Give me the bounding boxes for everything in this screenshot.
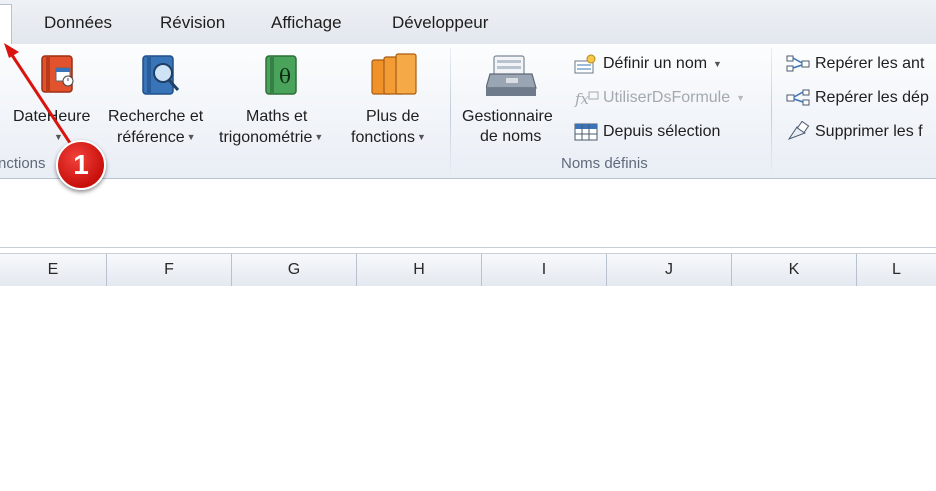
formula-bar-area[interactable] [0, 179, 936, 248]
depuis-selection-button[interactable]: Depuis sélection [573, 120, 720, 144]
column-header-g[interactable]: G [232, 254, 357, 286]
column-header-h[interactable]: H [357, 254, 482, 286]
reperer-antecedents-label: Repérer les ant [815, 55, 925, 72]
plus-label-line2-wrap: fonctions ▼ [351, 127, 426, 148]
definir-un-nom-label: Définir un nom [603, 55, 708, 72]
svg-text:fx: fx [574, 90, 590, 108]
group-label-noms-definis: Noms définis [561, 155, 648, 172]
group-separator [450, 48, 451, 176]
remove-arrows-icon [787, 121, 810, 141]
reperer-dependants-button[interactable]: Repérer les dép [785, 86, 929, 110]
column-header-j[interactable]: J [607, 254, 732, 286]
reperer-antecedents-button[interactable]: Repérer les ant [785, 52, 924, 76]
depuis-selection-label: Depuis sélection [603, 123, 721, 140]
column-header-f[interactable]: F [107, 254, 232, 286]
plus-label-line1: Plus de [366, 108, 420, 125]
maths-label-line2-wrap: trigonométrie ▼ [219, 127, 323, 148]
define-name-icon [574, 54, 596, 74]
tab-revision[interactable]: Révision [160, 13, 225, 33]
svg-text:θ: θ [279, 64, 291, 88]
definir-un-nom-button[interactable]: Définir un nom ▼ [573, 52, 722, 76]
column-header-k[interactable]: K [732, 254, 857, 286]
chevron-down-icon: ▼ [314, 132, 324, 142]
tab-developpeur[interactable]: Développeur [392, 13, 488, 33]
chevron-down-icon: ▼ [417, 132, 426, 142]
chevron-down-icon: ▼ [736, 93, 746, 103]
recherche-label-line2: référence [117, 129, 185, 146]
recherche-label-line2-wrap: référence ▼ [117, 127, 196, 148]
ribbon: DateHeure ▼ Recherche et référence▼ θ Ma… [0, 44, 936, 179]
maths-label-line1: Maths et [246, 108, 308, 125]
utiliser-dans-formule-button[interactable]: fx UtiliserDsFormule ▼ [573, 86, 745, 110]
maths-label-line2: trigonométrie [219, 129, 313, 146]
plus-label-line2: fonctions [351, 129, 416, 146]
supprimer-fleches-label: Supprimer les f [815, 123, 923, 140]
use-in-formula-icon: fx [574, 90, 599, 108]
group-separator [771, 48, 772, 176]
create-from-selection-icon [574, 123, 598, 141]
gestionnaire-label-line2: de noms [480, 128, 542, 145]
trace-dependents-icon [786, 89, 810, 106]
gestionnaire-label-line1: Gestionnaire [462, 108, 553, 125]
reperer-dependants-label: Repérer les dép [815, 89, 929, 106]
chevron-down-icon: ▼ [186, 132, 196, 142]
supprimer-fleches-button[interactable]: Supprimer les f [785, 120, 923, 144]
column-header-i[interactable]: I [482, 254, 607, 286]
utiliser-dans-formule-label: UtiliserDsFormule [603, 89, 731, 106]
tab-affichage[interactable]: Affichage [271, 13, 342, 33]
search-book-icon [142, 55, 180, 95]
name-manager-icon [486, 55, 537, 96]
theta-book-icon: θ [265, 55, 297, 95]
trace-precedents-icon [786, 55, 810, 72]
column-header-row: E F G H I J K L [0, 253, 936, 287]
column-header-l[interactable]: L [857, 254, 936, 286]
ribbon-tab-bar: Données Révision Affichage Développeur [0, 0, 936, 46]
annotation-badge: 1 [56, 140, 106, 190]
column-header-e[interactable]: E [0, 254, 107, 286]
worksheet-grid[interactable] [0, 286, 936, 491]
chevron-down-icon: ▼ [713, 59, 722, 69]
more-books-icon [371, 53, 417, 95]
recherche-label-line1: Recherche et [108, 108, 204, 125]
